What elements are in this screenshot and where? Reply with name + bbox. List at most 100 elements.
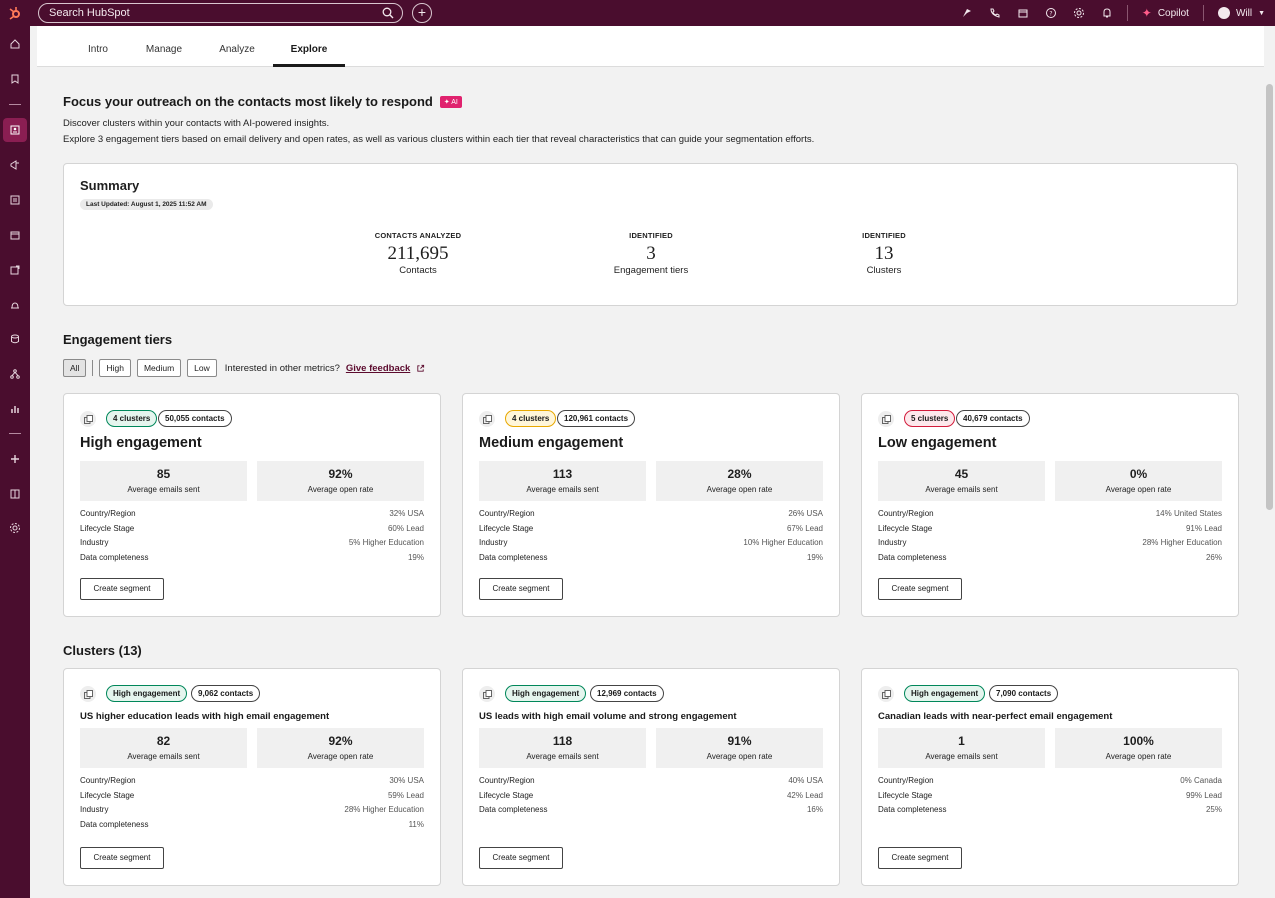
tab-explore[interactable]: Explore xyxy=(273,26,345,67)
attribute-row: Data completeness 19% xyxy=(80,553,424,562)
filter-high-button[interactable]: High xyxy=(99,359,131,377)
search-icon[interactable] xyxy=(382,7,394,19)
hubspot-logo-icon[interactable] xyxy=(0,0,30,26)
ai-badge: ✦ AI xyxy=(439,95,462,108)
copilot-button[interactable]: ✦ Copilot xyxy=(1134,6,1197,20)
metric-open-rate: 91% Average open rate xyxy=(656,728,823,768)
contacts-count-badge: 50,055 contacts xyxy=(158,410,232,427)
copy-icon[interactable] xyxy=(878,411,894,427)
copy-icon[interactable] xyxy=(479,686,495,702)
create-segment-button[interactable]: Create segment xyxy=(479,578,563,600)
copy-icon[interactable] xyxy=(479,411,495,427)
attribute-value: 28% Higher Education xyxy=(344,805,424,815)
page-description: Discover clusters within your contacts w… xyxy=(63,118,330,129)
copy-icon[interactable] xyxy=(80,411,96,427)
metric-label: Average open rate xyxy=(1105,752,1172,761)
attribute-name: Data completeness xyxy=(878,553,947,563)
settings-icon[interactable] xyxy=(3,516,27,540)
cluster-count-badge: High engagement xyxy=(505,685,587,702)
attribute-name: Country/Region xyxy=(878,509,934,518)
stat-value: 211,695 xyxy=(387,243,449,264)
service-icon[interactable] xyxy=(3,293,27,317)
upgrade-icon[interactable] xyxy=(953,0,981,26)
create-segment-button[interactable]: Create segment xyxy=(878,847,962,869)
stat-engagement-tiers: IDENTIFIED 3 Engagement tiers xyxy=(571,231,731,276)
home-icon[interactable] xyxy=(3,32,27,56)
attribute-row: Country/Region 30% USA xyxy=(80,776,424,785)
marketplace-icon[interactable] xyxy=(1009,0,1037,26)
filter-all-button[interactable]: All xyxy=(63,359,87,377)
commerce-icon[interactable] xyxy=(3,223,27,247)
page-description-detail: Explore 3 engagement tiers based on emai… xyxy=(63,134,815,145)
attribute-value: 28% Higher Education xyxy=(1142,538,1222,548)
give-feedback-link[interactable]: Give feedback xyxy=(346,363,410,374)
attribute-row: Data completeness 19% xyxy=(479,553,823,562)
main-content: Intro Manage Analyze Explore Focus your … xyxy=(37,26,1264,898)
content-icon[interactable] xyxy=(3,188,27,212)
attribute-value: 30% USA xyxy=(389,776,424,785)
page-title: Focus your outreach on the contacts most… xyxy=(63,94,462,109)
external-link-icon[interactable] xyxy=(416,364,425,373)
sales-icon[interactable] xyxy=(3,258,27,282)
attribute-value: 67% Lead xyxy=(786,523,823,533)
card-title: US leads with high email volume and stro… xyxy=(479,711,737,722)
scrollbar[interactable] xyxy=(1264,26,1275,898)
metric-open-rate: 0% Average open rate xyxy=(1055,461,1222,501)
attribute-row: Lifecycle Stage 67% Lead xyxy=(479,524,823,533)
avatar xyxy=(1217,7,1230,19)
copy-icon[interactable] xyxy=(80,686,96,702)
settings-icon[interactable] xyxy=(1065,0,1093,26)
create-segment-button[interactable]: Create segment xyxy=(878,578,962,600)
cluster-count-badge: 4 clusters xyxy=(106,410,158,427)
attribute-name: Country/Region xyxy=(479,776,535,785)
clusters-heading: Clusters (13) xyxy=(63,643,142,658)
help-icon[interactable]: ? xyxy=(1037,0,1065,26)
create-segment-button[interactable]: Create segment xyxy=(80,847,164,869)
attribute-row: Country/Region 0% Canada xyxy=(878,776,1222,785)
attribute-name: Lifecycle Stage xyxy=(479,790,534,800)
metric-label: Average open rate xyxy=(307,485,374,494)
cluster-count-badge: High engagement xyxy=(106,685,188,702)
plus-icon[interactable]: + xyxy=(412,3,432,23)
copy-icon[interactable] xyxy=(878,686,894,702)
attribute-name: Lifecycle Stage xyxy=(479,523,534,533)
bookmark-icon[interactable] xyxy=(3,67,27,91)
app-marketplace-icon[interactable] xyxy=(3,482,27,506)
card-title: Medium engagement xyxy=(479,435,624,451)
top-right-actions: ? ✦ Copilot Will ▼ xyxy=(953,0,1275,26)
metric-label: Average open rate xyxy=(1105,485,1172,494)
marketing-icon[interactable] xyxy=(3,153,27,177)
phone-icon[interactable] xyxy=(981,0,1009,26)
metric-value: 92% xyxy=(328,734,353,748)
stat-label: IDENTIFIED xyxy=(862,231,906,240)
search-input[interactable]: Search HubSpot xyxy=(38,3,403,23)
reporting-icon[interactable] xyxy=(3,397,27,421)
contacts-count-badge: 120,961 contacts xyxy=(557,410,636,427)
attribute-row: Country/Region 26% USA xyxy=(479,509,823,518)
user-menu[interactable]: Will ▼ xyxy=(1210,7,1275,19)
create-segment-button[interactable]: Create segment xyxy=(80,578,164,600)
breeze-icon[interactable] xyxy=(3,447,27,471)
notifications-icon[interactable] xyxy=(1093,0,1121,26)
contacts-count-badge: 40,679 contacts xyxy=(956,410,1030,427)
metric-emails-sent: 118 Average emails sent xyxy=(479,728,646,768)
scrollbar-thumb[interactable] xyxy=(1266,84,1273,510)
automation-icon[interactable] xyxy=(3,362,27,386)
divider xyxy=(92,360,94,376)
tab-analyze[interactable]: Analyze xyxy=(213,26,261,67)
attribute-value: 10% Higher Education xyxy=(743,538,823,548)
tab-intro[interactable]: Intro xyxy=(77,26,119,67)
metric-value: 85 xyxy=(156,467,171,481)
metric-open-rate: 92% Average open rate xyxy=(257,728,424,768)
contacts-icon[interactable] xyxy=(3,118,27,142)
attribute-name: Industry xyxy=(479,538,508,548)
filter-medium-button[interactable]: Medium xyxy=(136,359,182,377)
attribute-value: 99% Lead xyxy=(1185,790,1222,800)
filter-low-button[interactable]: Low xyxy=(187,359,217,377)
data-management-icon[interactable] xyxy=(3,327,27,351)
tab-manage[interactable]: Manage xyxy=(139,26,189,67)
user-name: Will xyxy=(1235,7,1253,19)
attribute-value: 32% USA xyxy=(389,509,424,518)
create-segment-button[interactable]: Create segment xyxy=(479,847,563,869)
attribute-value: 42% Lead xyxy=(786,790,823,800)
